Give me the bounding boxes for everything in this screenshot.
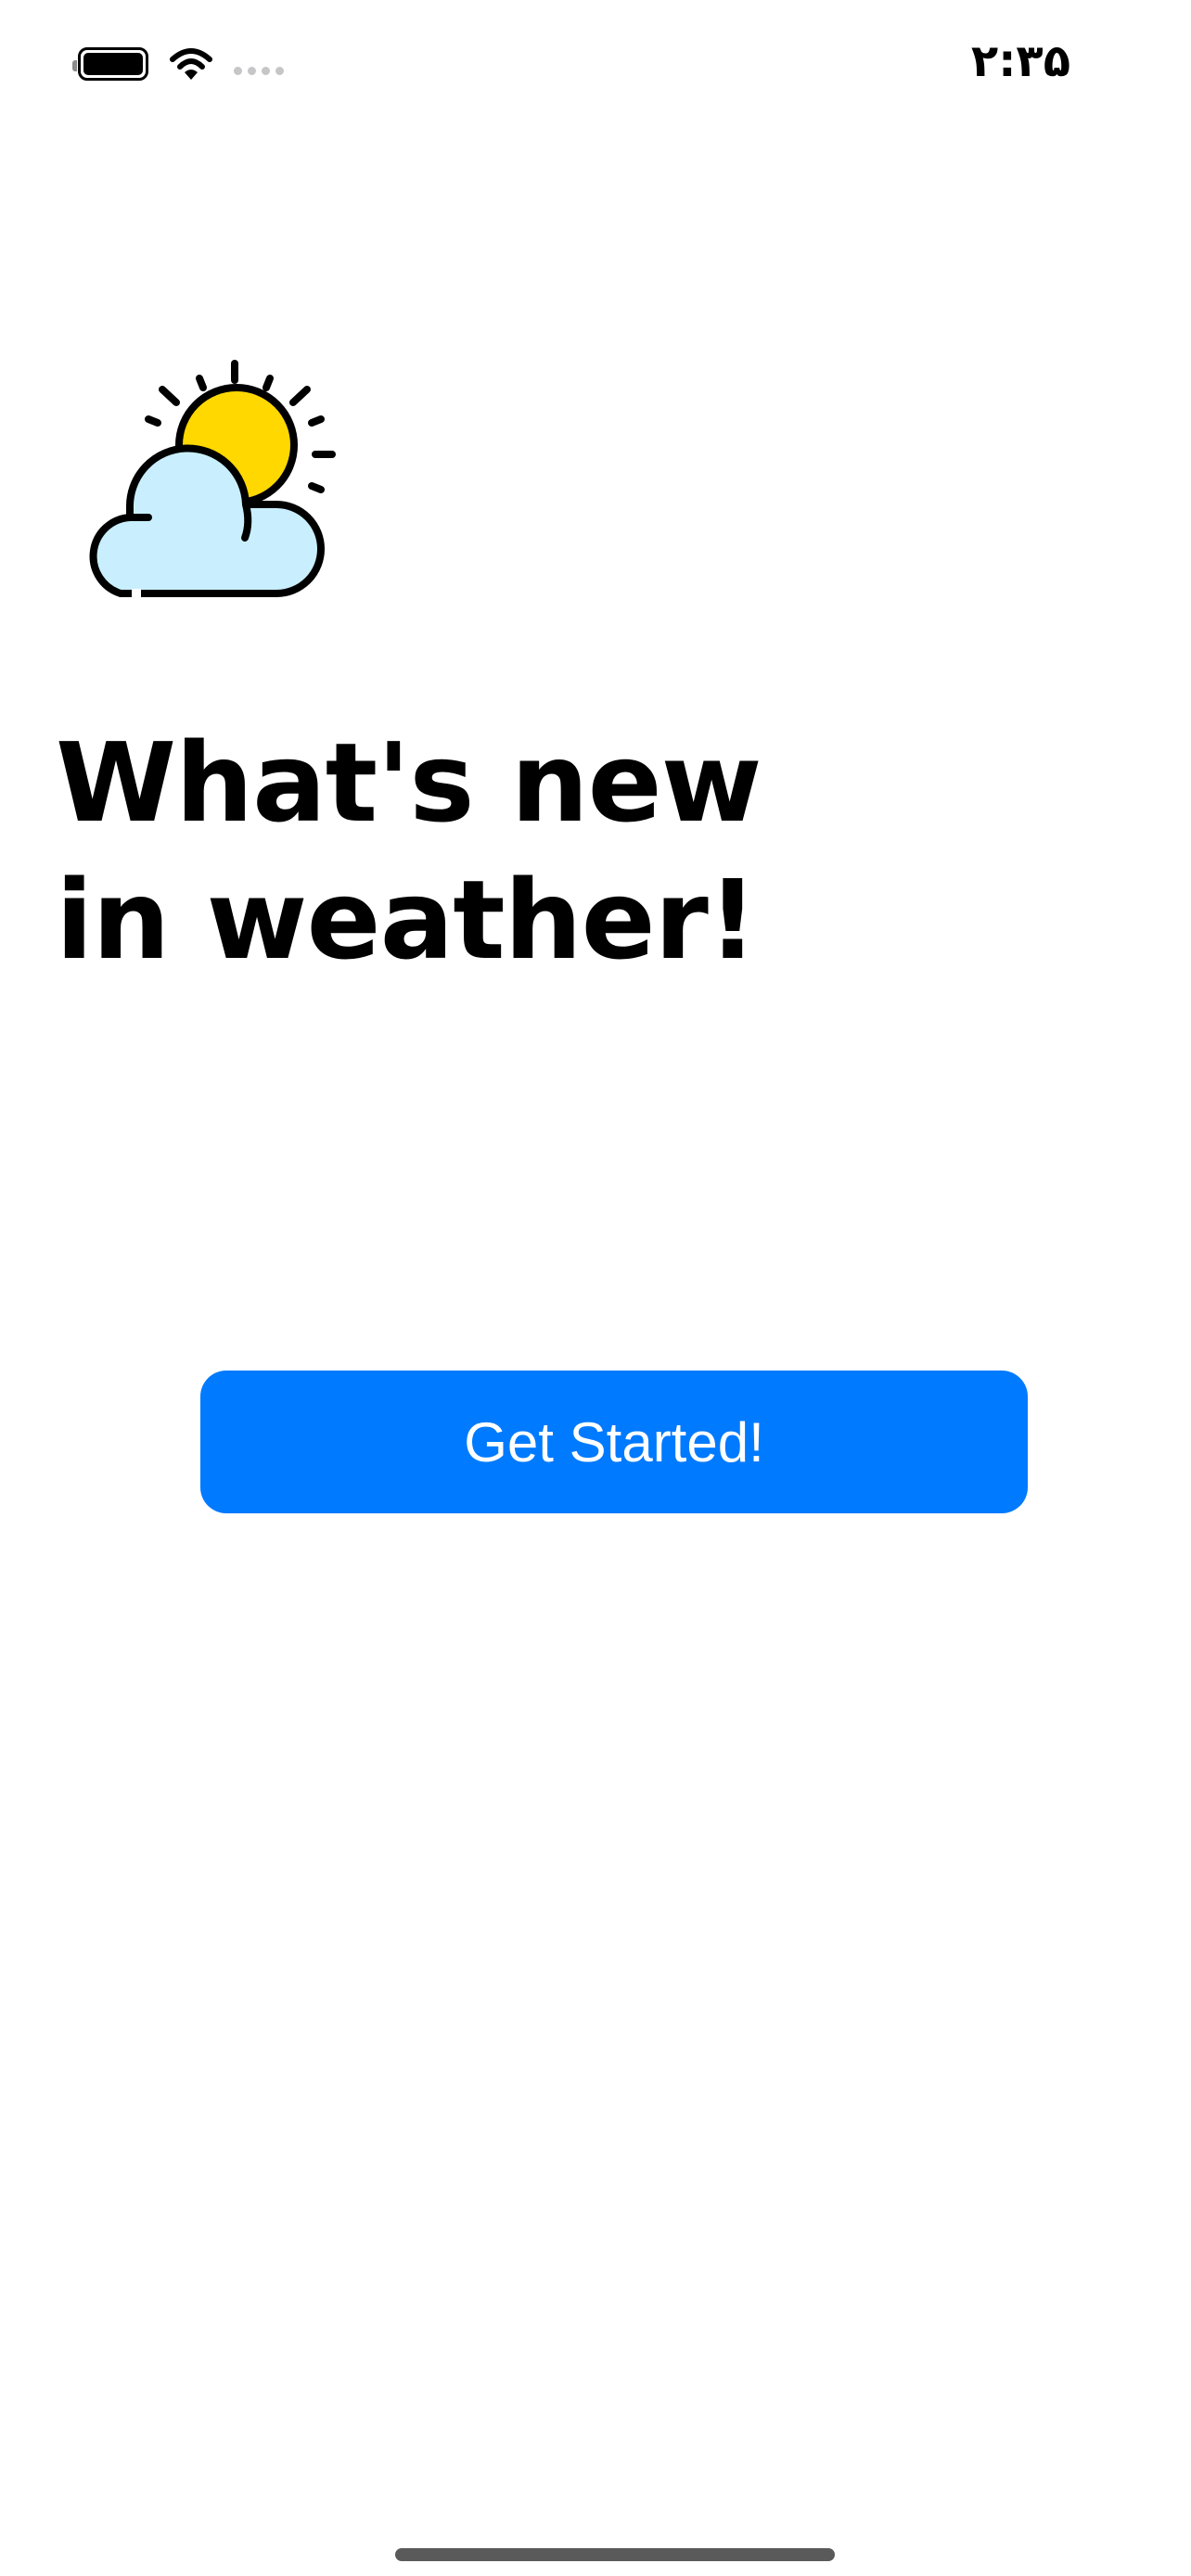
- get-started-button[interactable]: Get Started!: [200, 1371, 1028, 1513]
- onboarding-screen: ۲:۳۵ What's new in weather! Get Started!: [0, 0, 1191, 2576]
- status-indicators: [72, 46, 284, 82]
- page-title: What's new in weather!: [56, 714, 762, 988]
- status-time: ۲:۳۵: [970, 35, 1070, 87]
- status-bar: ۲:۳۵: [0, 0, 1191, 130]
- battery-full-icon: [72, 47, 148, 81]
- wifi-icon: [170, 48, 212, 80]
- partly-cloudy-icon: [89, 360, 336, 598]
- cellular-no-signal-icon: [234, 66, 284, 75]
- title-line-2: in weather!: [56, 856, 758, 984]
- title-line-1: What's new: [56, 719, 762, 847]
- home-indicator[interactable]: [395, 2548, 835, 2561]
